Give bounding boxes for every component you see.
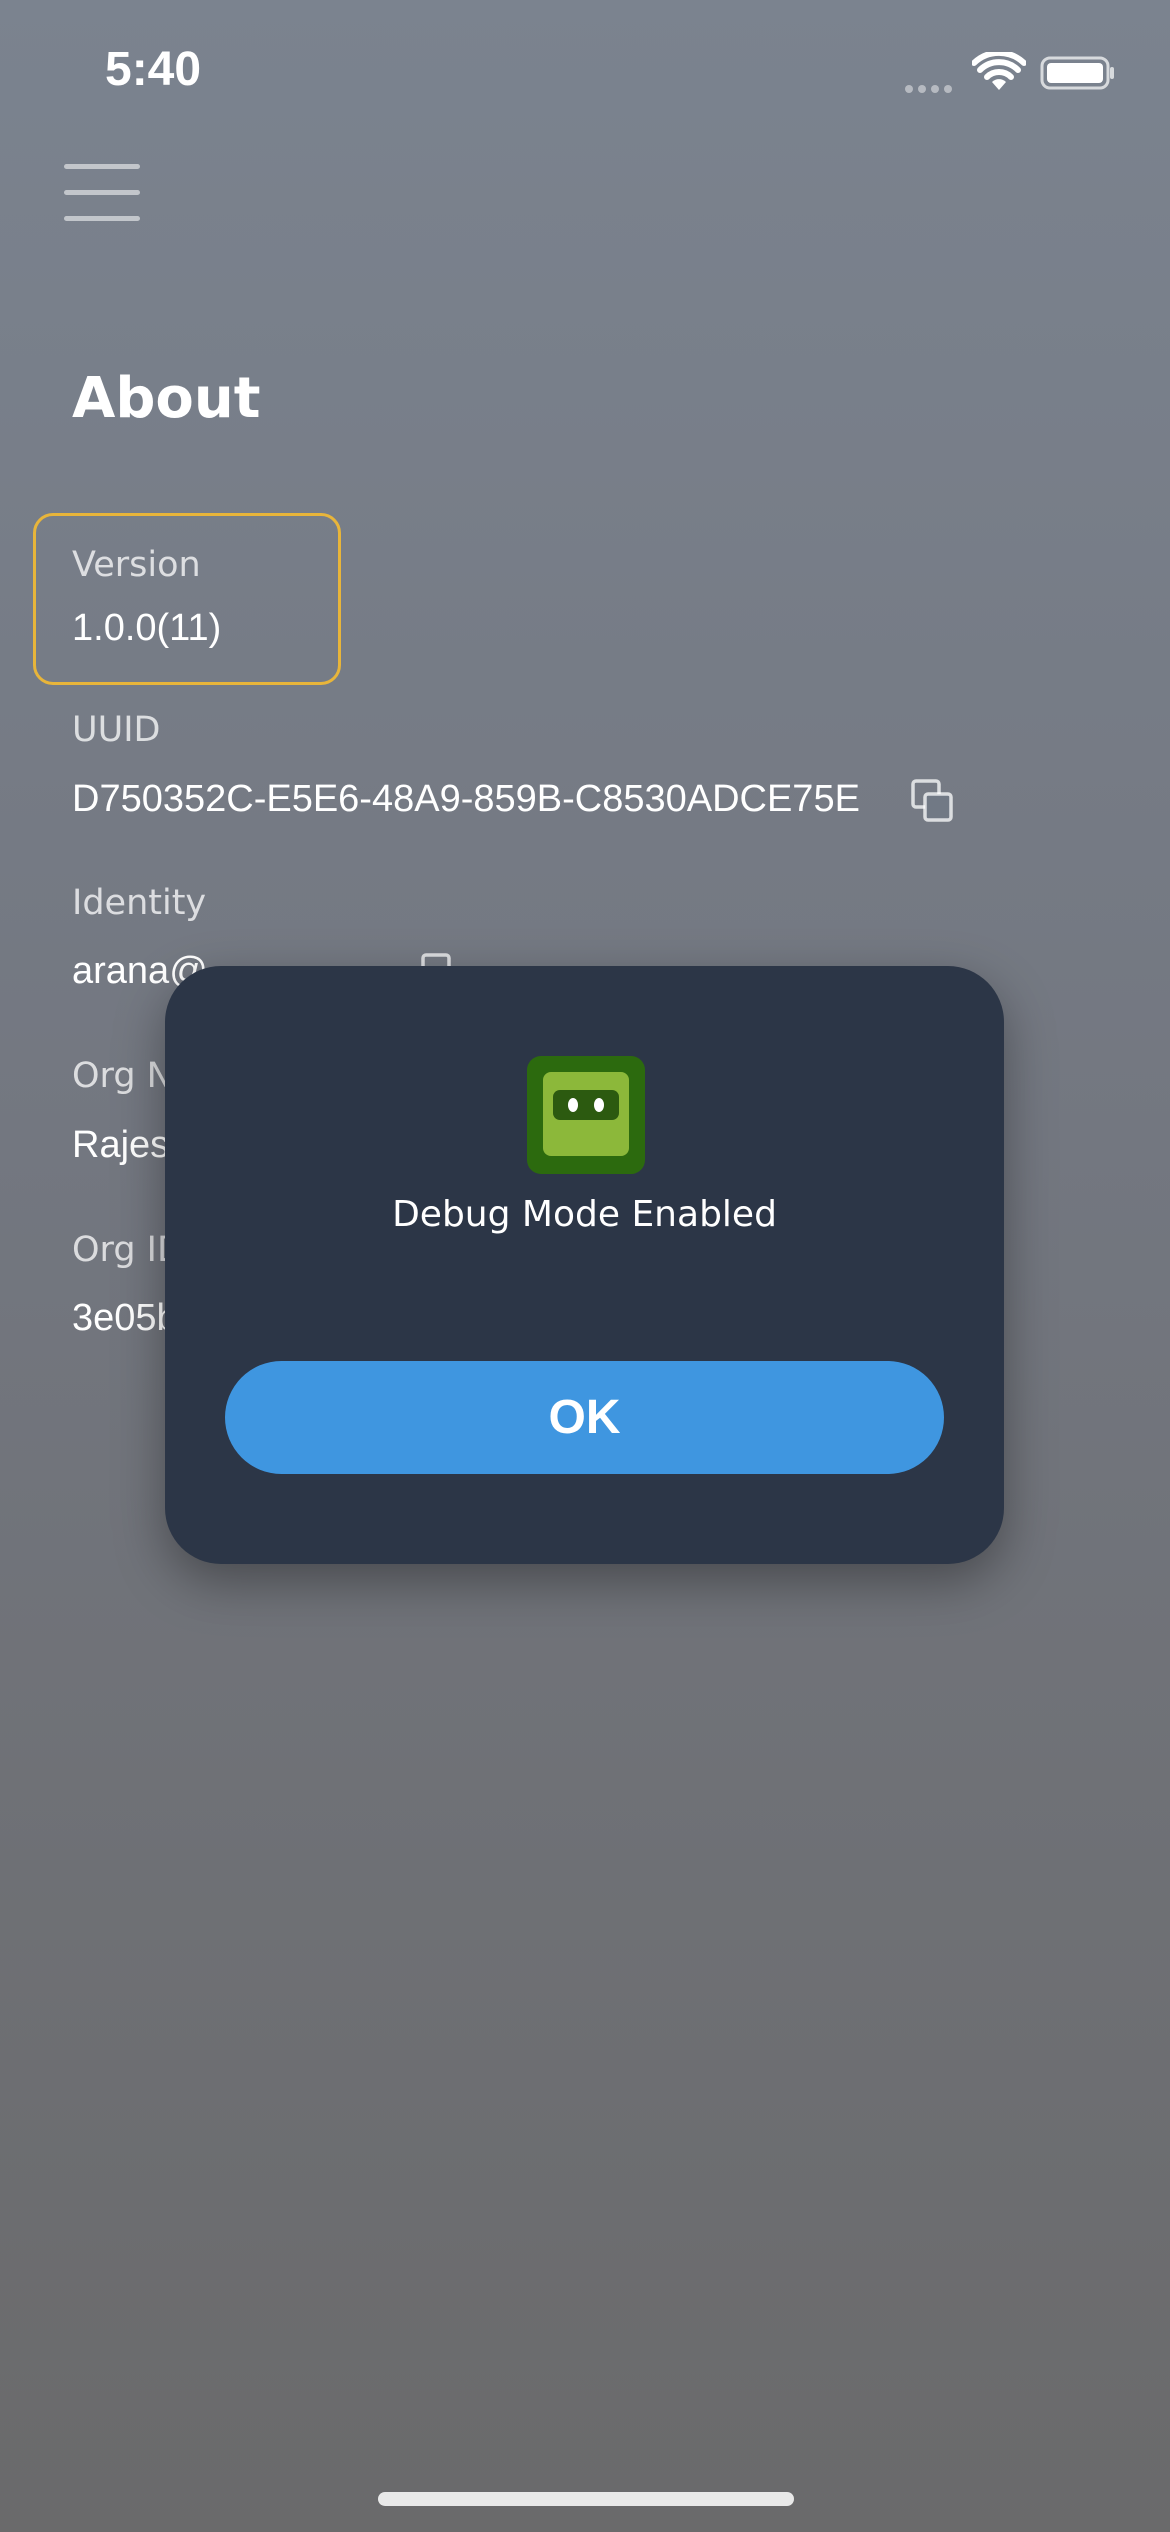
version-focus-outline[interactable] [33, 513, 341, 685]
version-value: 1.0.0(11) [72, 607, 222, 649]
about-screen: 5:40 About Version 1.0.0(11) UUID D75035… [0, 0, 1170, 2532]
org-name-label: Org N [72, 1056, 173, 1096]
home-indicator[interactable] [378, 2492, 794, 2506]
wifi-icon [972, 52, 1026, 90]
identity-label: Identity [72, 883, 207, 923]
org-id-value: 3e05b [72, 1297, 178, 1339]
uuid-value: D750352C-E5E6-48A9-859B-C8530ADCE75E [72, 778, 860, 820]
battery-icon [1040, 56, 1114, 90]
uuid-label: UUID [72, 710, 161, 750]
status-time: 5:40 [105, 43, 202, 96]
cellular-signal-icon [905, 78, 957, 97]
page-title: About [72, 366, 261, 431]
robot-app-icon [527, 1056, 645, 1174]
version-label: Version [72, 545, 201, 585]
hamburger-menu-icon[interactable] [64, 164, 140, 224]
ok-button[interactable]: OK [225, 1361, 944, 1474]
dialog-message: Debug Mode Enabled [392, 1194, 777, 1235]
copy-uuid-icon[interactable] [910, 778, 954, 824]
debug-mode-dialog: Debug Mode Enabled OK [165, 966, 1004, 1564]
org-name-value: Rajes [72, 1124, 170, 1166]
